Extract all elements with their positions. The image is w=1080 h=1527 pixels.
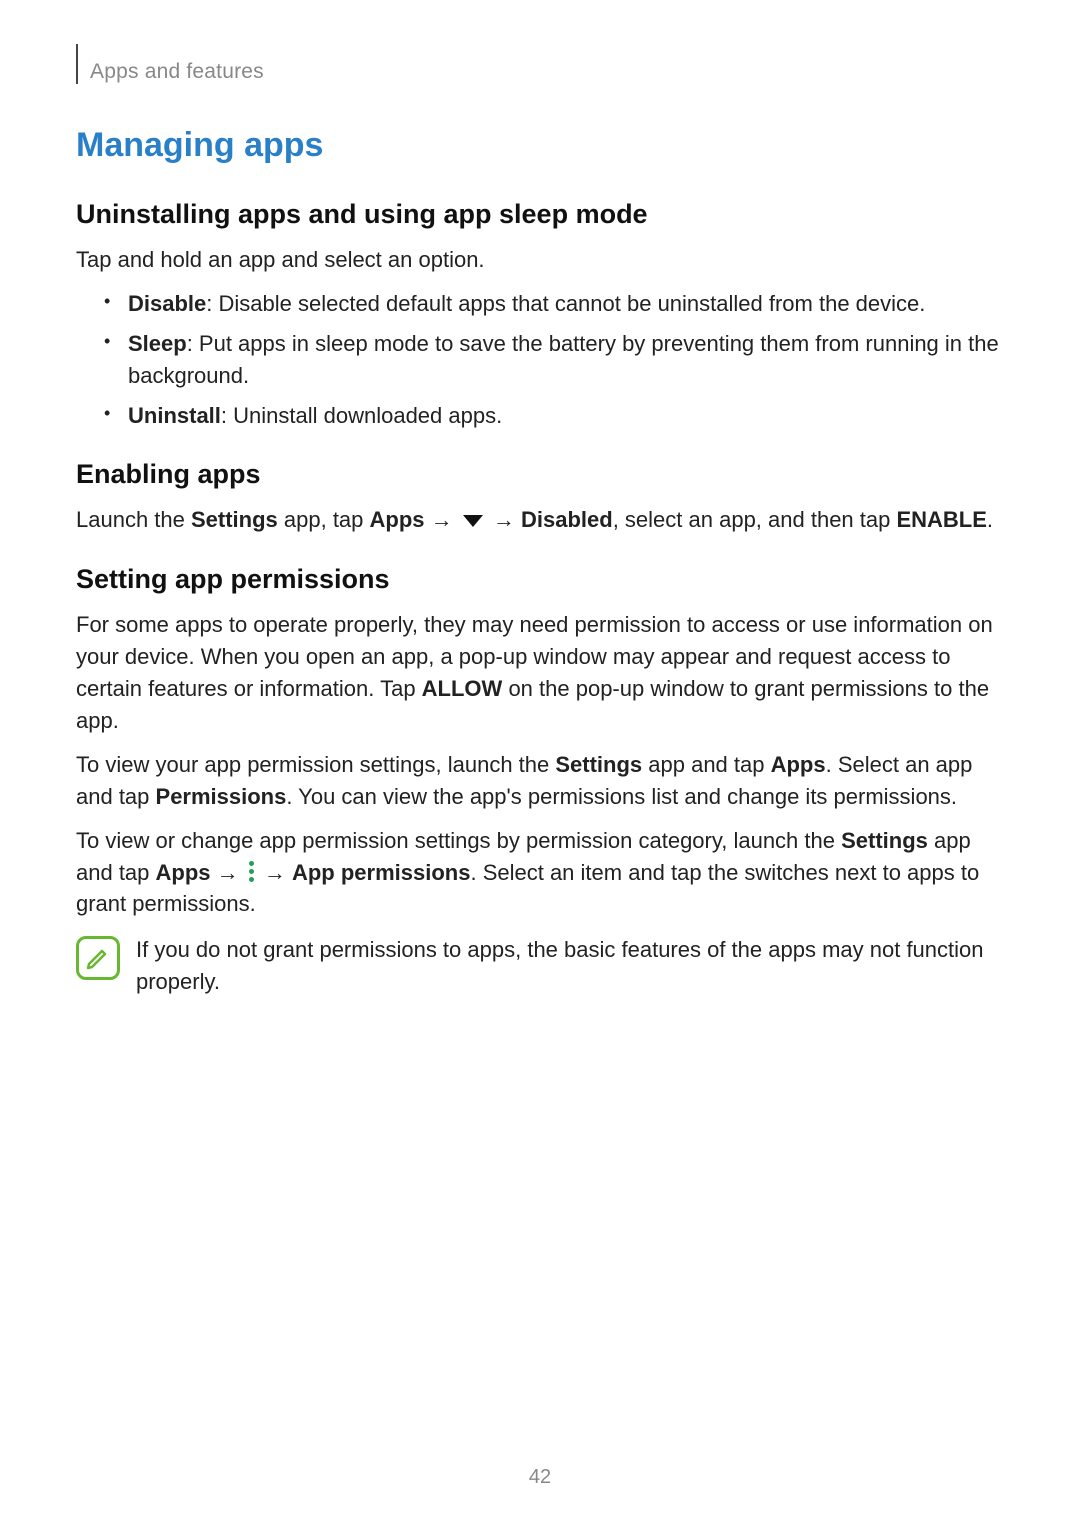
permissions-label: Permissions	[156, 784, 287, 809]
more-options-icon	[249, 861, 254, 882]
option-label: Sleep	[128, 331, 187, 356]
option-list: Disable: Disable selected default apps t…	[76, 288, 1004, 432]
option-desc: : Uninstall downloaded apps.	[221, 403, 502, 428]
apps-label: Apps	[156, 860, 211, 885]
page-header: Apps and features	[76, 44, 1004, 84]
note-icon	[76, 936, 120, 980]
enable-label: ENABLE	[896, 507, 986, 532]
settings-label: Settings	[841, 828, 928, 853]
note-block: If you do not grant permissions to apps,…	[76, 934, 1004, 998]
enabling-instruction: Launch the Settings app, tap Apps → → Di…	[76, 504, 1004, 536]
permissions-para1: For some apps to operate properly, they …	[76, 609, 1004, 737]
permissions-para3: To view or change app permission setting…	[76, 825, 1004, 921]
list-item: Sleep: Put apps in sleep mode to save th…	[104, 328, 1004, 392]
apps-label: Apps	[370, 507, 425, 532]
list-item: Uninstall: Uninstall downloaded apps.	[104, 400, 1004, 432]
page-title: Managing apps	[76, 126, 1004, 165]
disabled-label: Disabled	[521, 507, 613, 532]
option-desc: : Disable selected default apps that can…	[206, 291, 925, 316]
pencil-icon	[84, 944, 112, 972]
option-desc: : Put apps in sleep mode to save the bat…	[128, 331, 999, 388]
section1-intro: Tap and hold an app and select an option…	[76, 244, 1004, 276]
dropdown-icon	[463, 515, 483, 527]
breadcrumb: Apps and features	[90, 60, 264, 84]
apps-label: Apps	[771, 752, 826, 777]
settings-label: Settings	[555, 752, 642, 777]
list-item: Disable: Disable selected default apps t…	[104, 288, 1004, 320]
allow-label: ALLOW	[422, 676, 503, 701]
app-permissions-label: App permissions	[292, 860, 470, 885]
note-text: If you do not grant permissions to apps,…	[136, 934, 1004, 998]
settings-label: Settings	[191, 507, 278, 532]
section-heading-permissions: Setting app permissions	[76, 564, 1004, 595]
note-icon-wrap	[76, 934, 120, 980]
section-heading-uninstalling: Uninstalling apps and using app sleep mo…	[76, 199, 1004, 230]
permissions-para2: To view your app permission settings, la…	[76, 749, 1004, 813]
option-label: Disable	[128, 291, 206, 316]
page-number: 42	[0, 1466, 1080, 1489]
option-label: Uninstall	[128, 403, 221, 428]
section-heading-enabling: Enabling apps	[76, 459, 1004, 490]
